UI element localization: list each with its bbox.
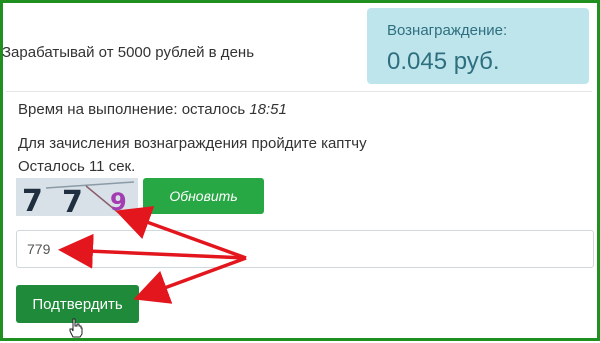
timer-label: Время на выполнение: осталось bbox=[18, 101, 246, 118]
captcha-digit-2: 7 bbox=[62, 185, 83, 216]
timer-line: Время на выполнение: осталось 18:51 bbox=[18, 101, 287, 118]
seconds-left: Осталось 11 сек. bbox=[18, 158, 136, 175]
captcha-note: Для зачисления вознаграждения пройдите к… bbox=[18, 135, 367, 152]
hand-cursor-icon bbox=[68, 318, 84, 343]
refresh-captcha-button[interactable]: Обновить bbox=[143, 178, 264, 214]
captcha-answer-input[interactable] bbox=[16, 230, 594, 268]
promo-text: Зарабатывай от 5000 рублей в день bbox=[2, 44, 255, 61]
reward-panel: Вознаграждение: 0.045 руб. bbox=[367, 8, 589, 84]
captcha-digit-3: 9 bbox=[110, 188, 127, 216]
reward-value: 0.045 руб. bbox=[387, 48, 500, 75]
reward-label: Вознаграждение: bbox=[387, 22, 508, 39]
timer-value: 18:51 bbox=[249, 101, 287, 118]
captcha-digit-1: 7 bbox=[22, 184, 43, 216]
captcha-image: 7 7 9 bbox=[16, 178, 138, 216]
